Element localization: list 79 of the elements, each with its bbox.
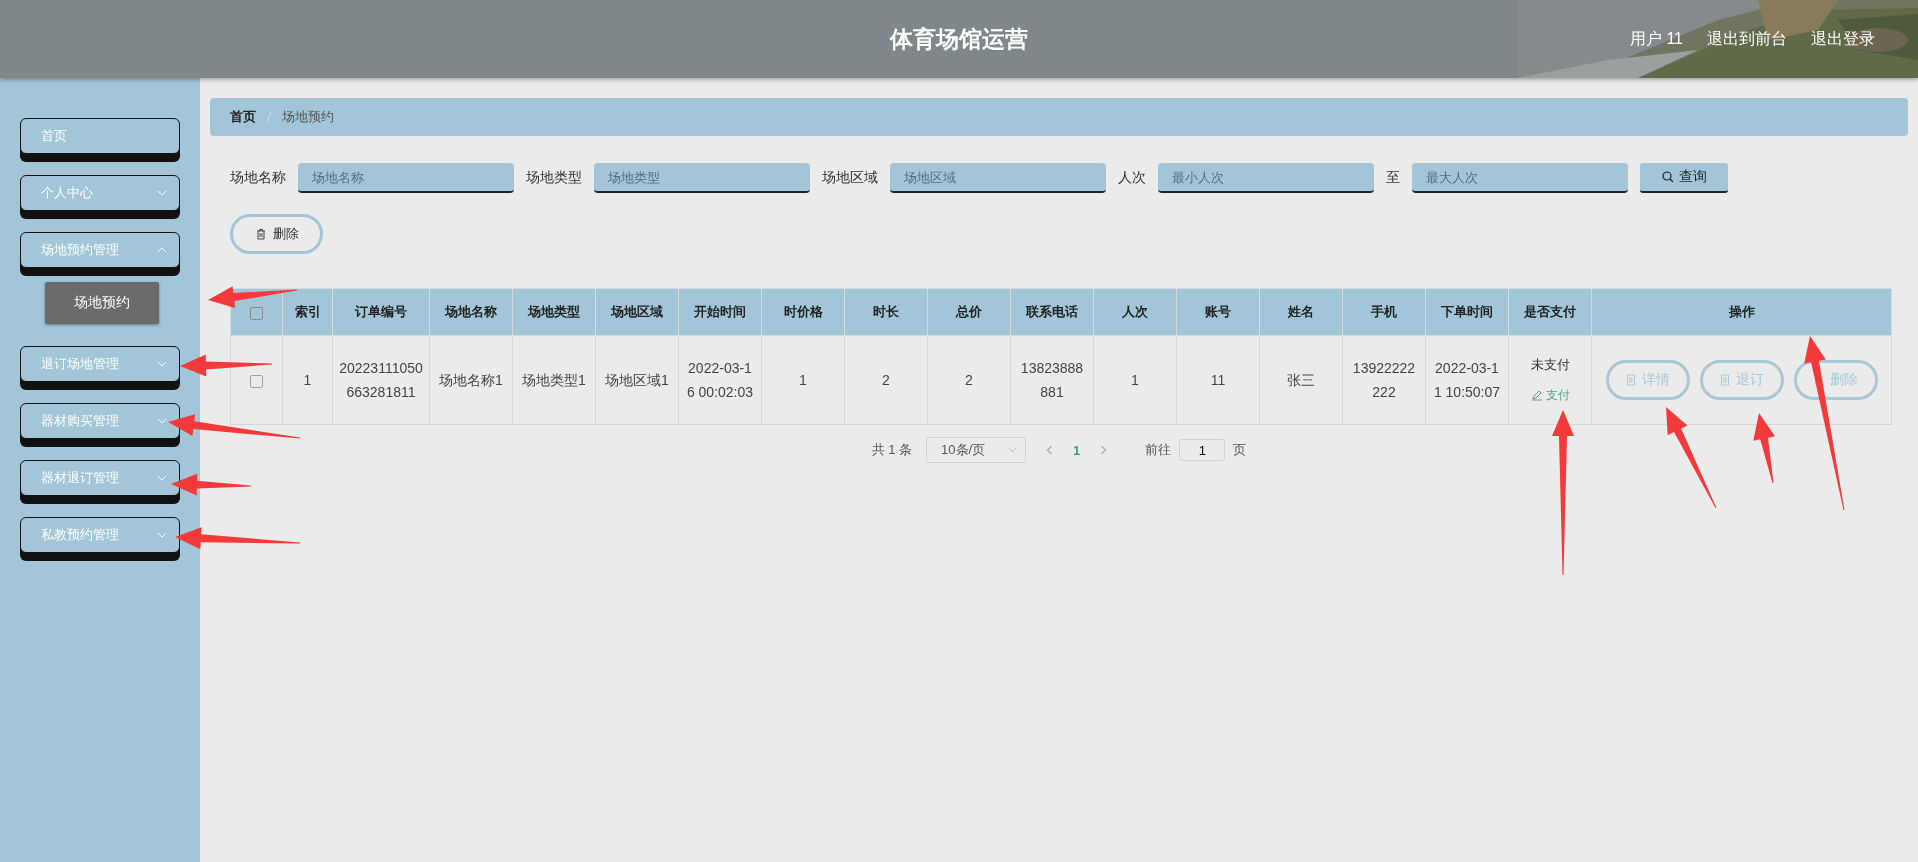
checkbox[interactable] <box>250 306 263 320</box>
next-page-icon[interactable] <box>1100 445 1108 455</box>
payment-status: 未支付 <box>1530 356 1570 374</box>
table-cell: 2022-03-11 10:50:07 <box>1425 335 1509 425</box>
chevron-icon <box>157 361 167 367</box>
table-cell: 1 <box>282 335 333 425</box>
annotation-arrow <box>1753 413 1775 484</box>
filter-label: 场地区域 <box>822 169 878 187</box>
input-field[interactable]: 场地名称 <box>298 163 514 193</box>
header-link[interactable]: 退出登录 <box>1811 28 1875 50</box>
filter-label: 至 <box>1386 169 1400 187</box>
page-suffix: 页 <box>1233 441 1247 459</box>
header-cell: 场地类型 <box>512 288 596 336</box>
delete-button[interactable]: 删除 <box>1793 360 1878 400</box>
chevron-icon <box>157 532 167 538</box>
document-icon <box>1719 374 1731 386</box>
table-cell: 1 <box>761 335 845 425</box>
chevron-icon <box>157 190 167 196</box>
table-cell: 11 <box>1176 335 1260 425</box>
input-field[interactable]: 最大人次 <box>1412 163 1628 193</box>
chevron-icon <box>1008 447 1018 453</box>
header-cell: 是否支付 <box>1508 288 1592 336</box>
header-cell: 手机 <box>1342 288 1426 336</box>
submenu-item[interactable]: 场地预约 <box>45 282 159 324</box>
header-cell: 账号 <box>1176 288 1260 336</box>
table-cell: 张三 <box>1259 335 1343 425</box>
breadcrumb-item[interactable]: 首页 <box>230 108 256 126</box>
filter-label: 场地类型 <box>526 169 582 187</box>
details-button[interactable]: 详情 <box>1605 360 1690 400</box>
filter-label: 场地名称 <box>230 169 286 187</box>
table-cell: 13823888881 <box>1010 335 1094 425</box>
input-field[interactable]: 最小人次 <box>1158 163 1374 193</box>
page-number[interactable]: 1 <box>1073 442 1081 458</box>
app-title: 体育场馆运营 <box>890 24 1028 54</box>
table-cell: 2 <box>927 335 1011 425</box>
search-icon <box>1661 171 1674 183</box>
table-cell: 场地区域1 <box>595 335 679 425</box>
header-link[interactable]: 用户 11 <box>1629 28 1683 50</box>
goto-label: 前往 <box>1145 441 1172 459</box>
table-cell: 1 <box>1093 335 1177 425</box>
edit-icon <box>1530 389 1543 401</box>
checkbox[interactable] <box>250 374 263 388</box>
unsubscribe-button[interactable]: 退订 <box>1699 360 1784 400</box>
breadcrumb-item: 场地预约 <box>282 108 334 126</box>
header-cell: 场地区域 <box>595 288 679 336</box>
header-cell: 姓名 <box>1259 288 1343 336</box>
input-field[interactable]: 场地类型 <box>594 163 810 193</box>
chevron-icon <box>157 475 167 481</box>
header-cell: 时价格 <box>761 288 845 336</box>
table-cell: 13922222222 <box>1342 335 1426 425</box>
page-size-select[interactable]: 10条/页 <box>926 437 1027 463</box>
header-cell: 操作 <box>1591 288 1892 336</box>
total-count: 共 1 条 <box>871 441 913 459</box>
chevron-icon <box>157 418 167 424</box>
table-cell: 场地类型1 <box>512 335 596 425</box>
previous-page-icon[interactable] <box>1046 445 1054 455</box>
table-cell: 场地名称1 <box>429 335 513 425</box>
header-cell: 时长 <box>844 288 928 336</box>
separator-icon <box>266 111 272 123</box>
table-cell: 2022-03-16 00:02:03 <box>678 335 762 425</box>
pay-link[interactable]: 支付 <box>1530 383 1570 407</box>
header-link[interactable]: 退出到前台 <box>1707 28 1787 50</box>
document-icon <box>1625 374 1637 386</box>
header-cell: 人次 <box>1093 288 1177 336</box>
filter-label: 人次 <box>1118 169 1146 187</box>
header-cell: 联系电话 <box>1010 288 1094 336</box>
delete-button[interactable]: 删除 <box>230 214 323 254</box>
chevron-icon <box>157 247 167 253</box>
page-input[interactable]: 1 <box>1179 439 1226 461</box>
header-cell: 总价 <box>927 288 1011 336</box>
header-cell: 下单时间 <box>1425 288 1509 336</box>
table-cell: 20223111050663281811 <box>332 335 430 425</box>
header-cell: 订单编号 <box>332 288 430 336</box>
header-cell: 开始时间 <box>678 288 762 336</box>
table-cell: 2 <box>844 335 928 425</box>
input-field[interactable]: 场地区域 <box>890 163 1106 193</box>
header-cell: 场地名称 <box>429 288 513 336</box>
header-cell: 索引 <box>282 288 333 336</box>
search-button[interactable]: 查询 <box>1640 163 1728 193</box>
